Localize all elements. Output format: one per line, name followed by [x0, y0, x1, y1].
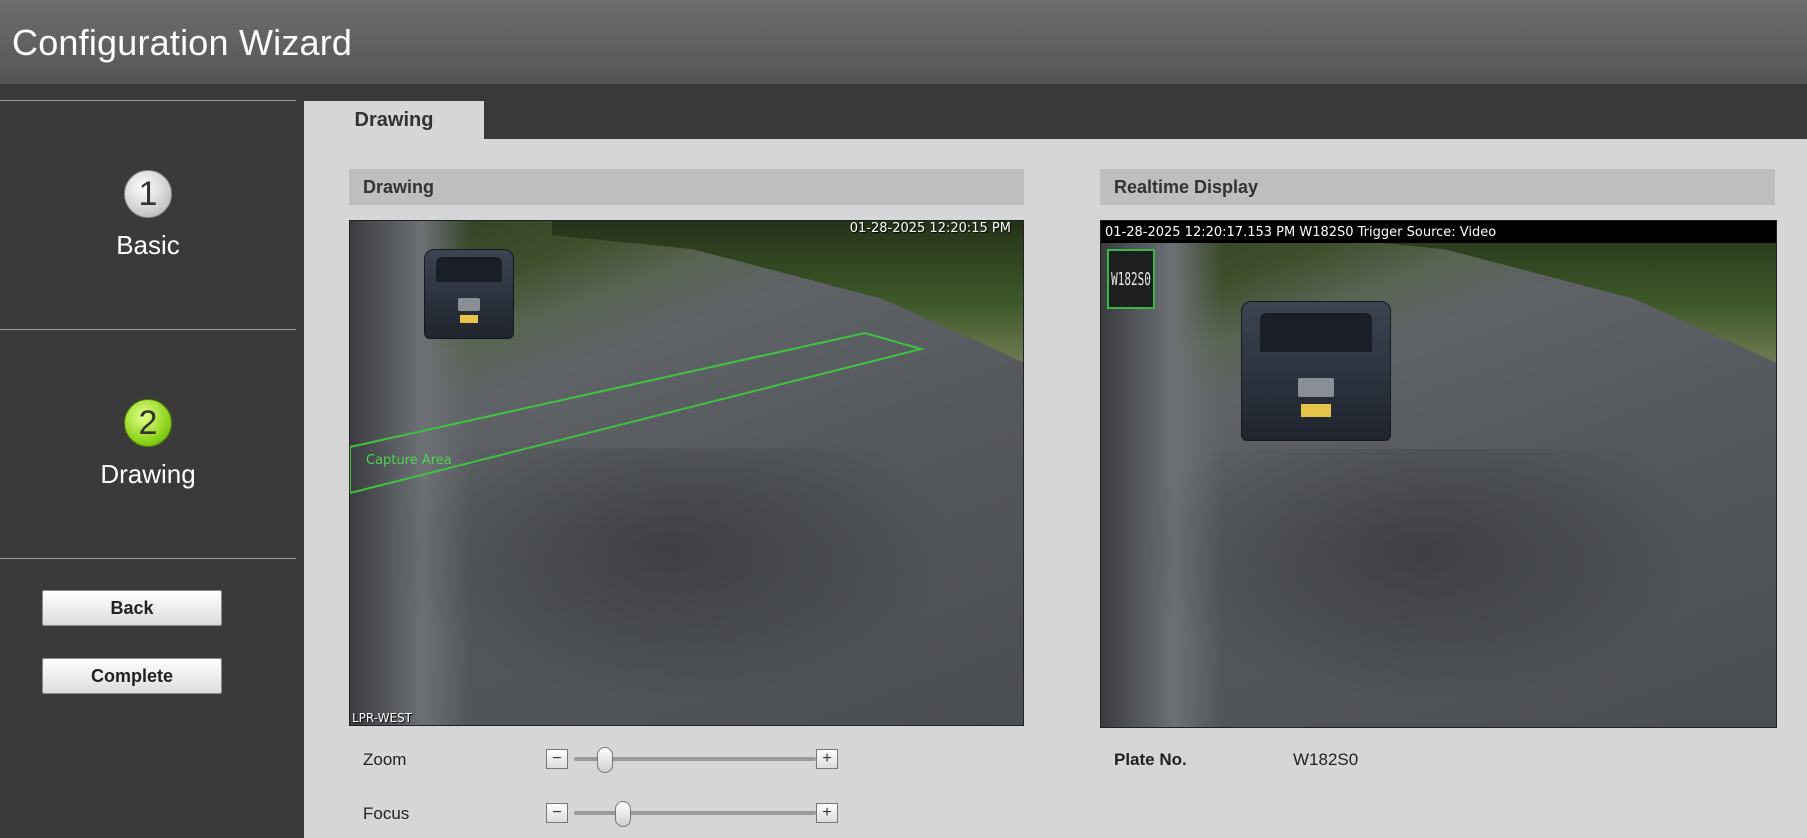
tab-drawing[interactable]: Drawing — [304, 101, 484, 139]
step-number-badge: 1 — [124, 170, 172, 218]
step-number-badge: 2 — [124, 399, 172, 447]
back-button[interactable]: Back — [42, 590, 222, 626]
wizard-sidebar: 1 Basic 2 Drawing Back Complete — [0, 85, 304, 838]
capture-area-label: Capture Area — [366, 453, 452, 468]
realtime-osd-text: 01-28-2025 12:20:17.153 PM W182S0 Trigge… — [1101, 221, 1776, 243]
drawing-video-view[interactable]: Capture Area 01-28-2025 12:20:15 PM LPR-… — [349, 220, 1024, 726]
step-label: Basic — [116, 230, 180, 260]
video-timestamp: 01-28-2025 12:20:15 PM — [849, 221, 1011, 236]
focus-out-button[interactable]: − — [546, 803, 568, 823]
focus-thumb[interactable] — [614, 801, 631, 827]
title-bar: Configuration Wizard — [0, 0, 1807, 85]
plate-number-value: W182S0 — [1293, 750, 1359, 769]
step-basic[interactable]: 1 Basic — [0, 170, 296, 261]
vehicle — [1241, 301, 1391, 441]
step-drawing[interactable]: 2 Drawing — [0, 399, 296, 490]
window-title: Configuration Wizard — [12, 22, 353, 63]
realtime-video-view: 01-28-2025 12:20:17.153 PM W182S0 Trigge… — [1100, 220, 1777, 728]
plate-number-label: Plate No. — [1114, 750, 1187, 769]
plate-thumbnail: W182S0 — [1107, 249, 1155, 309]
complete-button[interactable]: Complete — [42, 658, 222, 694]
zoom-thumb[interactable] — [596, 747, 613, 773]
focus-track[interactable] — [574, 811, 816, 815]
focus-slider[interactable]: − + — [546, 801, 842, 827]
sidebar-divider — [0, 558, 296, 559]
realtime-panel-header: Realtime Display — [1100, 169, 1775, 205]
tab-bar: Drawing — [304, 85, 1807, 139]
sidebar-divider — [0, 100, 296, 101]
zoom-label: Zoom — [363, 750, 407, 769]
capture-area-overlay[interactable] — [350, 221, 1024, 726]
step-label: Drawing — [100, 459, 196, 489]
sidebar-divider — [0, 329, 296, 330]
tree-shadow — [1134, 448, 1709, 702]
zoom-slider[interactable]: − + — [546, 747, 842, 773]
drawing-panel-header: Drawing — [349, 169, 1024, 205]
zoom-out-button[interactable]: − — [546, 749, 568, 769]
zoom-in-button[interactable]: + — [816, 749, 838, 769]
focus-in-button[interactable]: + — [816, 803, 838, 823]
camera-scene — [1101, 221, 1776, 727]
focus-label: Focus — [363, 804, 410, 823]
channel-label: LPR-WEST — [352, 711, 413, 725]
plate-thumbnail-text: W182S0 — [1111, 268, 1151, 290]
